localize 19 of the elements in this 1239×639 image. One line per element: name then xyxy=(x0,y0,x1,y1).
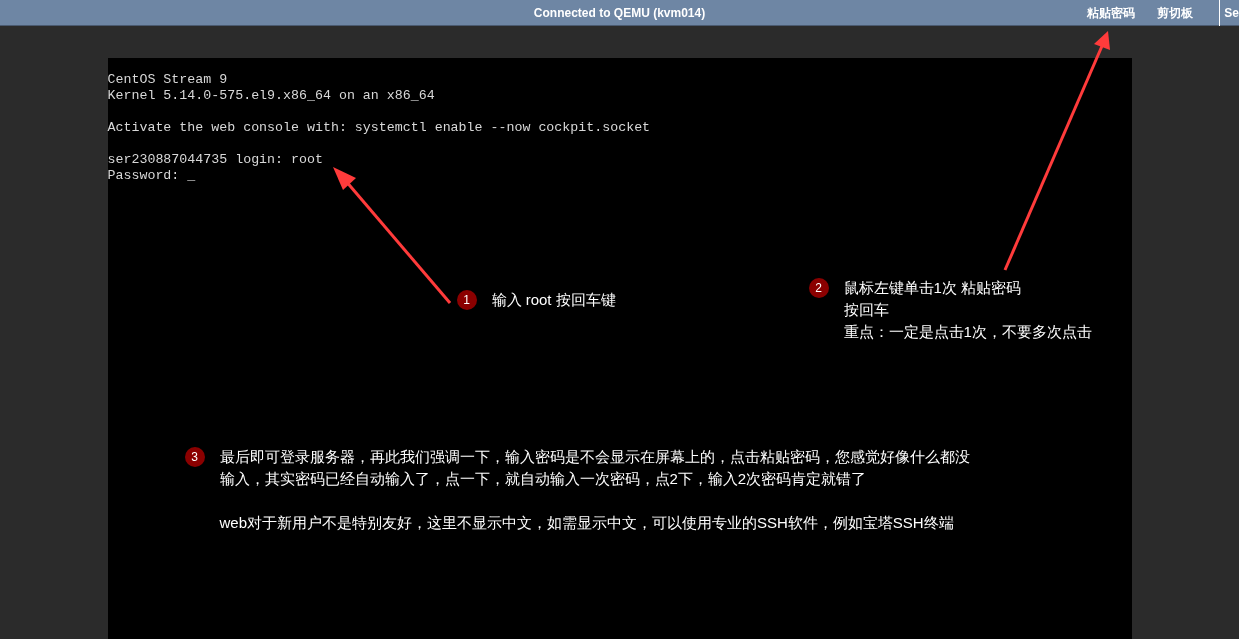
console-line: Kernel 5.14.0-575.el9.x86_64 on an x86_64 xyxy=(107,88,436,104)
toolbar-button[interactable]: 粘贴密码 xyxy=(1079,3,1143,22)
toolbar-button[interactable]: Se xyxy=(1219,0,1239,26)
connection-title: Connected to QEMU (kvm014) xyxy=(533,4,706,22)
number-badge: 1 xyxy=(456,290,477,310)
annotation-text: 输入 root 按回车键 xyxy=(491,290,616,310)
annotation-text: 最后即可登录服务器，再此我们强调一下，输入密码是不会显示在屏幕上的，点击粘贴密码，您感觉好像什么都没 xyxy=(219,447,970,467)
number-badge: 3 xyxy=(184,447,205,467)
annotation-text: 重点：一定是点击1次，不要多次点击 xyxy=(843,322,1092,342)
number-badge: 2 xyxy=(808,278,829,298)
annotation-text: 按回车 xyxy=(843,300,890,320)
console-line: Password: _ xyxy=(107,168,197,184)
console-line: ser230887044735 login: root xyxy=(107,152,324,168)
console-line: CentOS Stream 9 xyxy=(107,72,229,88)
annotation-text: 鼠标左键单击1次 粘贴密码 xyxy=(843,278,1022,298)
annotation-text: web对于新用户不是特别友好，这里不显示中文，如需显示中文，可以使用专业的SSH软件，例如宝塔SSH终端 xyxy=(219,513,955,533)
console-line: Activate the web console with: systemctl enable --now cockpit.socket xyxy=(107,120,652,136)
annotation-text: 输入，其实密码已经自动输入了，点一下，就自动输入一次密码，点2下，输入2次密码肯定就错了 xyxy=(219,469,868,489)
toolbar-button[interactable]: 剪切板 xyxy=(1149,3,1201,22)
